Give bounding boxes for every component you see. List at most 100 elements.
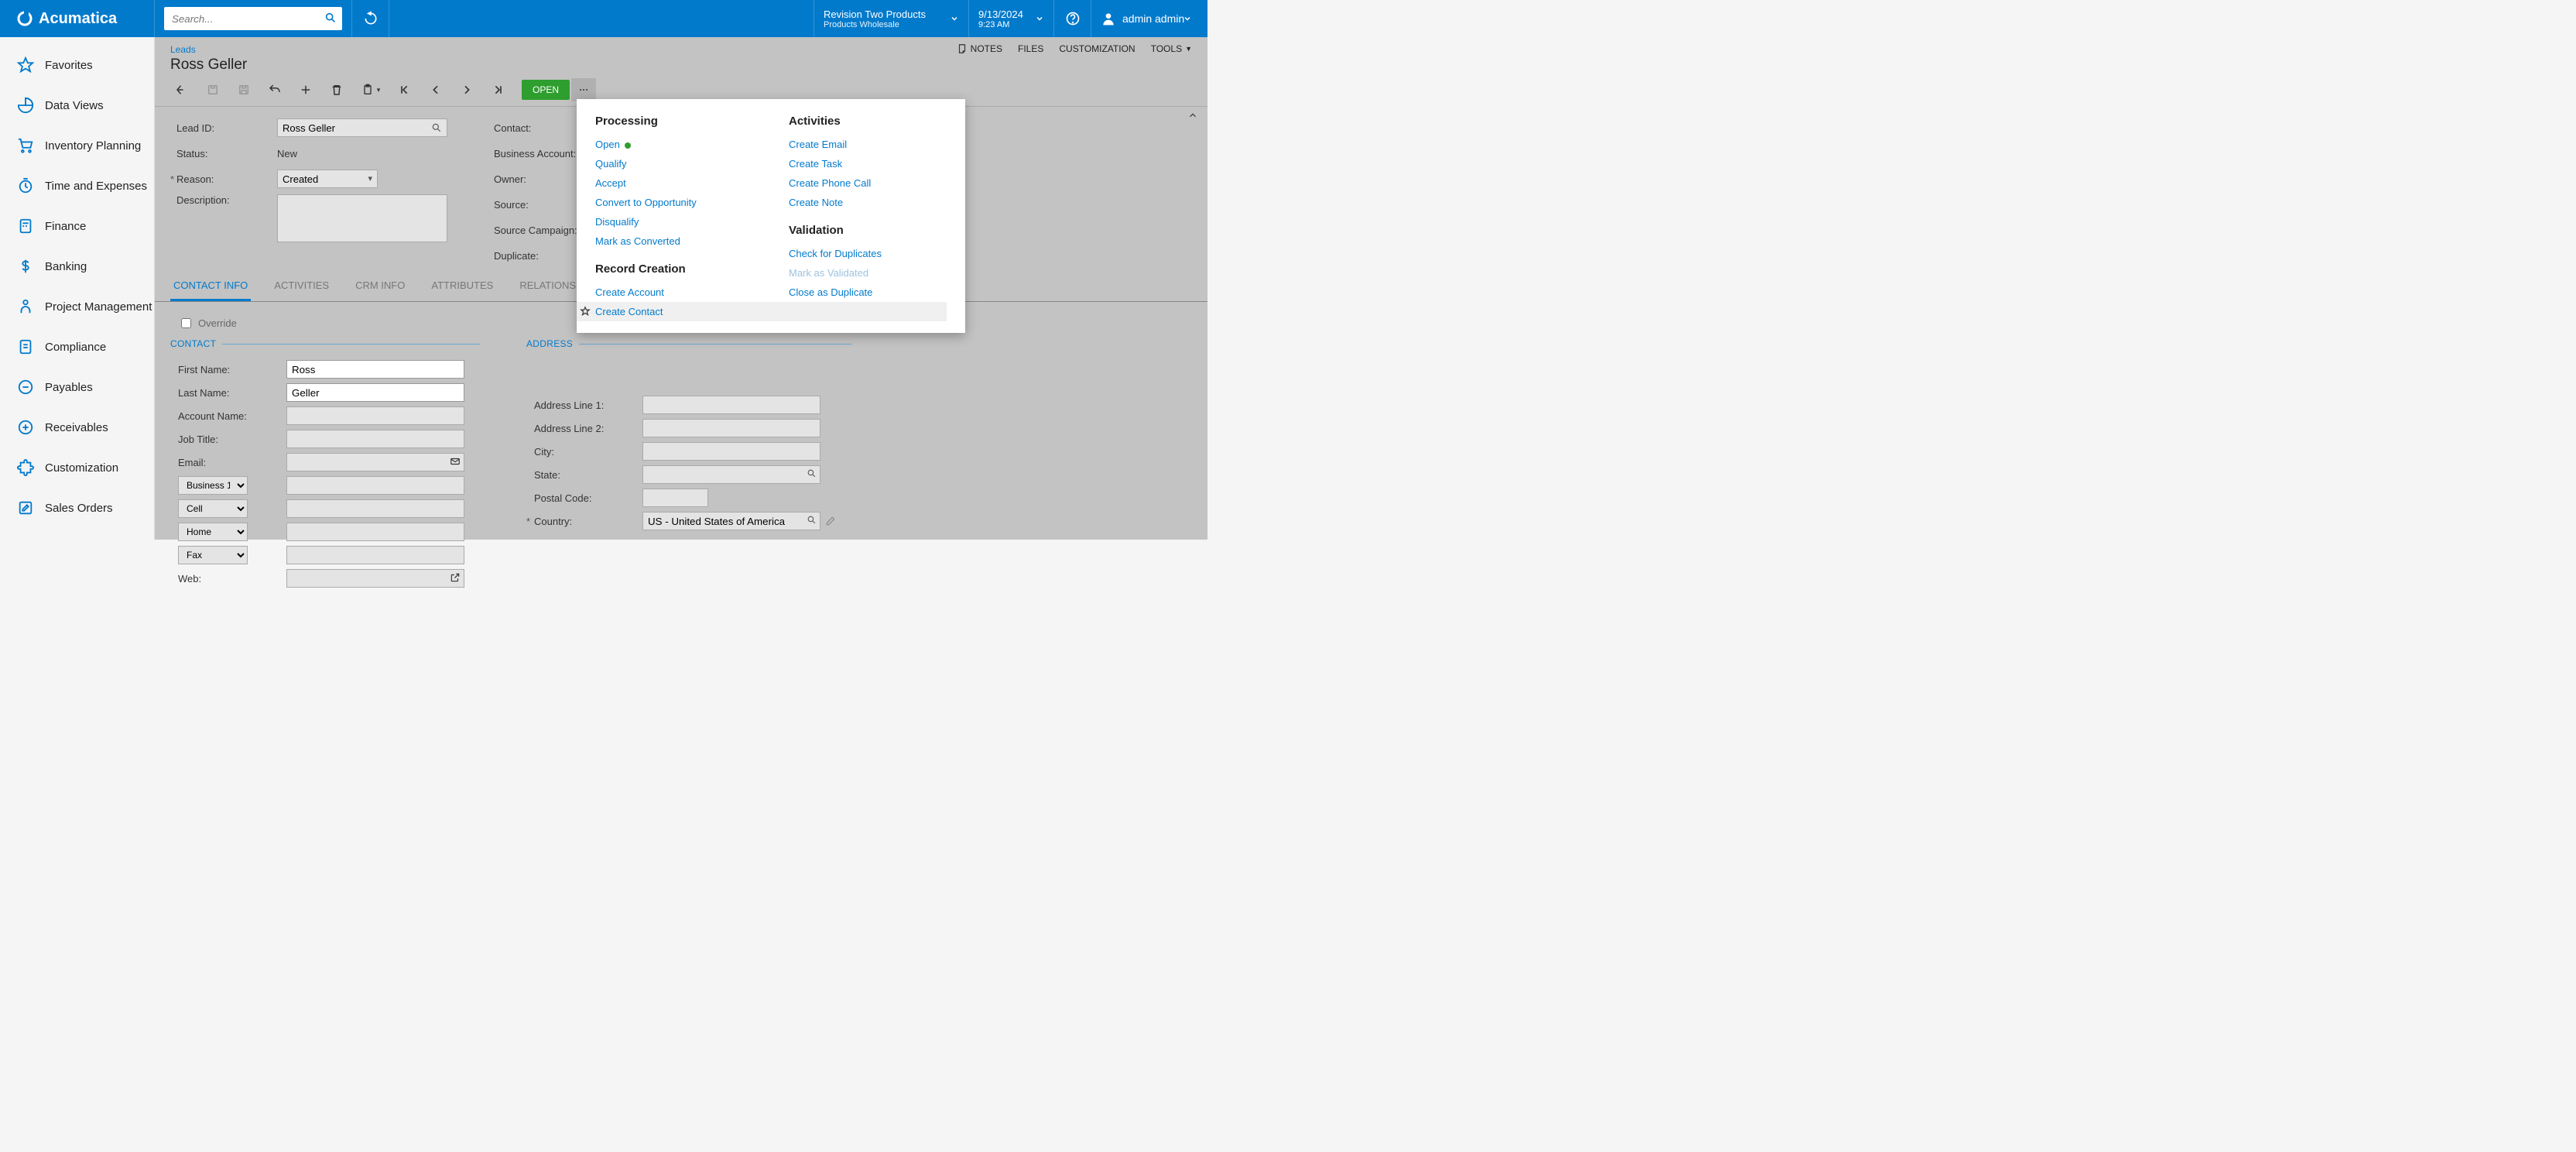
phone-1-input[interactable] — [286, 476, 464, 495]
first-button[interactable] — [390, 78, 420, 101]
customization-action[interactable]: CUSTOMIZATION — [1059, 43, 1135, 54]
reason-select[interactable]: Created▾ — [277, 170, 378, 188]
brand-cell[interactable]: Acumatica — [0, 0, 155, 37]
back-button[interactable] — [167, 78, 197, 101]
topbar: Acumatica Revision Two Products Products… — [0, 0, 1208, 37]
override-checkbox[interactable] — [181, 318, 191, 328]
user-menu[interactable]: admin admin — [1091, 0, 1208, 37]
nav-time[interactable]: Time and Expenses — [0, 166, 154, 206]
tab-attributes[interactable]: ATTRIBUTES — [428, 272, 496, 301]
delete-button[interactable] — [322, 78, 351, 101]
email-input[interactable] — [286, 453, 464, 471]
more-actions-button[interactable] — [571, 78, 596, 101]
last-icon — [492, 84, 504, 96]
refresh-icon — [363, 11, 379, 26]
search-input[interactable] — [164, 7, 342, 30]
address-section-title: ADDRESS — [526, 338, 851, 349]
nav-project[interactable]: Project Management — [0, 286, 154, 327]
next-icon — [461, 84, 473, 96]
addr-line2-input[interactable] — [642, 419, 820, 437]
popup-create-email[interactable]: Create Email — [789, 139, 947, 150]
description-label: Description: — [176, 194, 277, 206]
last-button[interactable] — [483, 78, 512, 101]
edit-country-button[interactable] — [825, 516, 836, 526]
nav-inventory[interactable]: Inventory Planning — [0, 125, 154, 166]
country-input[interactable] — [642, 512, 820, 530]
nav-compliance[interactable]: Compliance — [0, 327, 154, 367]
description-input[interactable] — [277, 194, 447, 242]
lead-id-selector[interactable]: Ross Geller — [277, 118, 447, 137]
popup-convert[interactable]: Convert to Opportunity — [595, 197, 753, 208]
files-action[interactable]: FILES — [1018, 43, 1043, 54]
phone-type-2[interactable]: Cell — [178, 499, 248, 518]
arrow-left-icon — [175, 83, 189, 97]
save-close-button[interactable] — [198, 78, 228, 101]
search-icon[interactable] — [324, 12, 337, 24]
nav-banking[interactable]: Banking — [0, 246, 154, 286]
phone-3-input[interactable] — [286, 523, 464, 541]
search-icon[interactable] — [807, 468, 817, 478]
reason-label: Reason: — [176, 173, 277, 185]
popup-open[interactable]: Open — [595, 139, 753, 150]
mail-icon[interactable] — [450, 456, 461, 467]
next-button[interactable] — [452, 78, 481, 101]
nav-sales-orders[interactable]: Sales Orders — [0, 488, 154, 528]
phone-type-3[interactable]: Home — [178, 523, 248, 541]
clipboard-button[interactable]: ▾ — [353, 78, 389, 101]
edit-icon — [15, 498, 36, 518]
nav-customization[interactable]: Customization — [0, 447, 154, 488]
save-button[interactable] — [229, 78, 259, 101]
nav-payables[interactable]: Payables — [0, 367, 154, 407]
popup-disqualify[interactable]: Disqualify — [595, 216, 753, 228]
external-link-icon[interactable] — [450, 572, 461, 583]
phone-4-input[interactable] — [286, 546, 464, 564]
help-button[interactable] — [1054, 0, 1091, 37]
tab-crm-info[interactable]: CRM INFO — [352, 272, 408, 301]
first-name-input[interactable] — [286, 360, 464, 379]
ellipsis-icon — [577, 84, 590, 96]
help-icon — [1065, 11, 1081, 26]
web-input[interactable] — [286, 569, 464, 588]
account-name-input[interactable] — [286, 406, 464, 425]
popup-qualify[interactable]: Qualify — [595, 158, 753, 170]
collapse-summary-button[interactable] — [1187, 110, 1198, 121]
notes-action[interactable]: NOTES — [957, 43, 1002, 54]
tab-contact-info[interactable]: CONTACT INFO — [170, 272, 251, 301]
popup-create-call[interactable]: Create Phone Call — [789, 177, 947, 189]
postal-input[interactable] — [642, 489, 708, 507]
prev-button[interactable] — [421, 78, 450, 101]
nav-finance[interactable]: Finance — [0, 206, 154, 246]
job-title-input[interactable] — [286, 430, 464, 448]
context-branch: Products Wholesale — [824, 20, 959, 29]
nav-favorites[interactable]: Favorites — [0, 45, 154, 85]
popup-create-note[interactable]: Create Note — [789, 197, 947, 208]
nav-receivables[interactable]: Receivables — [0, 407, 154, 447]
phone-type-1[interactable]: Business 1 — [178, 476, 248, 495]
popup-create-contact[interactable]: Create Contact — [595, 306, 753, 317]
last-name-input[interactable] — [286, 383, 464, 402]
undo-button[interactable] — [260, 78, 289, 101]
popup-mark-converted[interactable]: Mark as Converted — [595, 235, 753, 247]
search-icon[interactable] — [807, 515, 817, 525]
popup-create-account[interactable]: Create Account — [595, 286, 753, 298]
addr-line1-input[interactable] — [642, 396, 820, 414]
context-selector[interactable]: Revision Two Products Products Wholesale — [814, 0, 969, 37]
popup-accept[interactable]: Accept — [595, 177, 753, 189]
popup-record-creation-title: Record Creation — [595, 262, 753, 276]
city-input[interactable] — [642, 442, 820, 461]
popup-check-duplicates[interactable]: Check for Duplicates — [789, 248, 947, 259]
popup-create-task[interactable]: Create Task — [789, 158, 947, 170]
popup-close-duplicate[interactable]: Close as Duplicate — [789, 286, 947, 298]
refresh-button[interactable] — [352, 0, 389, 37]
phone-2-input[interactable] — [286, 499, 464, 518]
tab-activities[interactable]: ACTIVITIES — [271, 272, 332, 301]
tab-relations[interactable]: RELATIONS — [516, 272, 579, 301]
add-button[interactable] — [291, 78, 320, 101]
tools-action[interactable]: TOOLS▼ — [1151, 43, 1192, 54]
breadcrumb[interactable]: Leads — [170, 44, 196, 55]
business-date[interactable]: 9/13/2024 9:23 AM — [969, 0, 1054, 37]
phone-type-4[interactable]: Fax — [178, 546, 248, 564]
nav-data-views[interactable]: Data Views — [0, 85, 154, 125]
state-input[interactable] — [642, 465, 820, 484]
open-action-button[interactable]: OPEN — [522, 80, 570, 100]
